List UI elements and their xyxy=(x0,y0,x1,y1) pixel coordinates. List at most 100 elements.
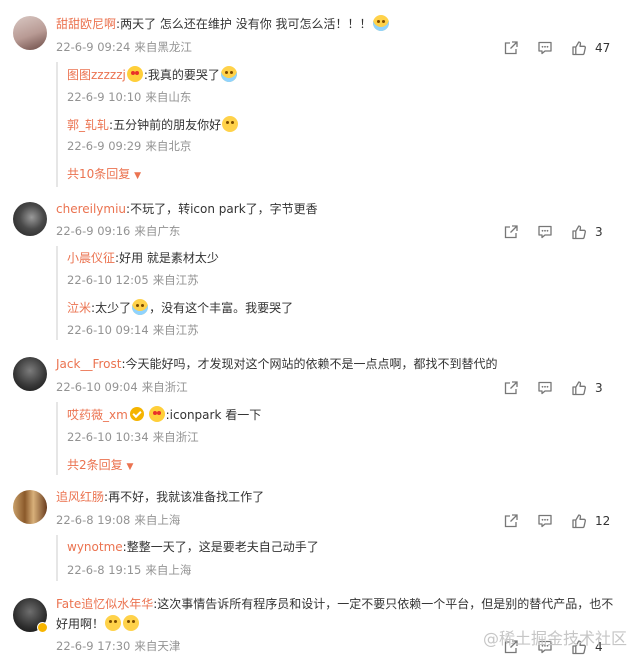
crying-emoji-icon xyxy=(372,15,389,31)
reply-list: 哎药薇_xm :iconpark 看一下 22-6-10 10:34 来自浙江 共… xyxy=(56,402,621,475)
reply-text: iconpark 看一下 xyxy=(169,408,262,422)
comment-date: 22-6-9 17:30 xyxy=(56,639,131,653)
avatar[interactable] xyxy=(13,490,47,524)
comment-text: 这次事情告诉所有程序员和设计，一定不要只依赖一个平台，但是别的替代产品，也不 xyxy=(157,597,614,611)
heart-eyes-emoji-icon xyxy=(148,406,165,422)
share-icon[interactable] xyxy=(503,513,519,529)
comment-meta: 22-6-8 19:08 来自上海 xyxy=(56,513,184,527)
reply-meta: 22-6-10 12:05 来自江苏 xyxy=(67,273,203,287)
comment-icon[interactable] xyxy=(537,40,553,56)
comment-location: 来自浙江 xyxy=(141,380,188,394)
reply-text: 好用 就是素材太少 xyxy=(119,251,219,265)
like-icon[interactable] xyxy=(571,513,587,529)
reply-text: 五分钟前的朋友你好 xyxy=(113,118,222,132)
username-link[interactable]: 甜甜欧尼啊 xyxy=(56,17,116,31)
reply-meta: 22-6-10 10:34 来自浙江 xyxy=(67,430,203,444)
username-link[interactable]: 小晨仪征 xyxy=(67,251,115,265)
username-link[interactable]: Jack__Frost xyxy=(56,357,121,371)
comment-date: 22-6-10 09:04 xyxy=(56,380,138,394)
heart-eyes-emoji-icon xyxy=(126,66,143,82)
reply-location: 来自上海 xyxy=(145,563,192,577)
more-replies-link[interactable]: 共10条回复 ▼ xyxy=(67,166,141,184)
like-icon[interactable] xyxy=(571,40,587,56)
like-count: 47 xyxy=(595,41,611,55)
comment-body: chereilymiu:不玩了，转icon park了，字节更香 xyxy=(56,202,318,216)
reply-meta: 22-6-9 09:29 来自北京 xyxy=(67,139,195,153)
comment-location: 来自上海 xyxy=(134,513,181,527)
avatar[interactable] xyxy=(13,202,47,236)
comment-meta: 22-6-9 09:16 来自广东 xyxy=(56,224,184,238)
comment-body: Fate追忆似水年华:这次事情告诉所有程序员和设计，一定不要只依赖一个平台，但是… xyxy=(56,597,614,611)
reply-body: 图图zzzzzj:我真的要哭了 xyxy=(67,66,238,83)
reply-location: 来自山东 xyxy=(145,90,192,104)
comment-date: 22-6-9 09:24 xyxy=(56,40,131,54)
comment-actions: 47 xyxy=(501,40,621,56)
reply-meta: 22-6-10 09:14 来自江苏 xyxy=(67,323,203,337)
comment-body: 追风红肠:再不好，我就该准备找工作了 xyxy=(56,490,265,504)
reply-date: 22-6-10 12:05 xyxy=(67,273,149,287)
avatar[interactable] xyxy=(13,598,48,633)
comment-meta: 22-6-9 09:24 来自黑龙江 xyxy=(56,40,196,54)
username-link[interactable]: 泣米 xyxy=(67,301,91,315)
username-link[interactable]: Fate追忆似水年华 xyxy=(56,597,153,611)
comment-text: 今天能好吗，才发现对这个网站的依赖不是一点点啊，都找不到替代的 xyxy=(125,357,498,371)
like-count: 12 xyxy=(595,514,611,528)
reply-text: 我真的要哭了 xyxy=(147,68,220,82)
like-count: 3 xyxy=(595,225,603,239)
avatar[interactable] xyxy=(13,357,47,391)
comment-text-continued: 好用啊！ xyxy=(56,617,105,631)
username-link[interactable]: wynotme xyxy=(67,540,123,554)
share-icon[interactable] xyxy=(503,380,519,396)
crying-emoji-icon xyxy=(132,299,149,315)
comment-icon[interactable] xyxy=(537,513,553,529)
username-link[interactable]: 郭_轧轧 xyxy=(67,118,109,132)
watermark: @稀土掘金技术社区 xyxy=(482,629,627,648)
comment-text: 两天了 怎么还在维护 没有你 我可怎么活！！！ xyxy=(120,17,372,31)
comment-icon[interactable] xyxy=(537,380,553,396)
like-icon[interactable] xyxy=(571,224,587,240)
comment-actions: 3 xyxy=(501,224,621,240)
reply-list: 小晨仪征:好用 就是素材太少 22-6-10 12:05 来自江苏 泣米:太少了，… xyxy=(56,246,621,340)
verified-badge-icon xyxy=(37,622,48,633)
reply-body: wynotme:整整一天了，这是要老夫自己动手了 xyxy=(67,540,319,554)
reply-text: 整整一天了，这是要老夫自己动手了 xyxy=(126,540,319,554)
reply-meta: 22-6-8 19:15 来自上海 xyxy=(67,563,195,577)
reply-body: 泣米:太少了 ，没有这个丰富。我要哭了 xyxy=(67,299,294,315)
reply-date: 22-6-8 19:15 xyxy=(67,563,142,577)
crying-emoji-icon xyxy=(220,66,237,82)
comment-date: 22-6-8 19:08 xyxy=(56,513,131,527)
share-icon[interactable] xyxy=(503,224,519,240)
comment-date: 22-6-9 09:16 xyxy=(56,224,131,238)
comment-body: Jack__Frost:今天能好吗，才发现对这个网站的依赖不是一点点啊，都找不到… xyxy=(56,357,498,371)
reply-text-continued: ，没有这个丰富。我要哭了 xyxy=(149,301,294,315)
reply-date: 22-6-10 09:14 xyxy=(67,323,149,337)
share-icon[interactable] xyxy=(503,40,519,56)
comment-actions: 12 xyxy=(501,513,621,529)
username-link[interactable]: 追风红肠 xyxy=(56,490,104,504)
comment-location: 来自广东 xyxy=(134,224,181,238)
username-link[interactable]: 哎药薇_xm xyxy=(67,408,128,422)
reply-list: wynotme:整整一天了，这是要老夫自己动手了 22-6-8 19:15 来自上… xyxy=(56,535,621,581)
like-icon[interactable] xyxy=(571,380,587,396)
reply-location: 来自江苏 xyxy=(152,323,199,337)
comment-location: 来自天津 xyxy=(134,639,181,653)
comment-text: 不玩了，转icon park了，字节更香 xyxy=(130,202,318,216)
like-count: 3 xyxy=(595,381,603,395)
grin-emoji-icon xyxy=(105,615,122,631)
reply-date: 22-6-9 10:10 xyxy=(67,90,142,104)
username-link[interactable]: chereilymiu xyxy=(56,202,126,216)
avatar[interactable] xyxy=(13,16,47,50)
reply-text: 太少了 xyxy=(95,301,132,315)
chevron-down-icon: ▼ xyxy=(126,462,134,472)
comment-icon[interactable] xyxy=(537,224,553,240)
more-replies-link[interactable]: 共2条回复 ▼ xyxy=(67,457,133,475)
comment-actions: 3 xyxy=(501,380,621,396)
chevron-down-icon: ▼ xyxy=(134,171,142,181)
username-link[interactable]: 图图zzzzzj xyxy=(67,68,126,82)
reply-date: 22-6-10 10:34 xyxy=(67,430,149,444)
reply-list: 图图zzzzzj:我真的要哭了 22-6-9 10:10 来自山东 郭_轧轧:五分… xyxy=(56,62,621,187)
comment-location: 来自黑龙江 xyxy=(134,40,192,54)
comment-meta: 22-6-9 17:30 来自天津 xyxy=(56,639,184,653)
reply-body: 小晨仪征:好用 就是素材太少 xyxy=(67,251,219,265)
comment-meta: 22-6-10 09:04 来自浙江 xyxy=(56,380,192,394)
